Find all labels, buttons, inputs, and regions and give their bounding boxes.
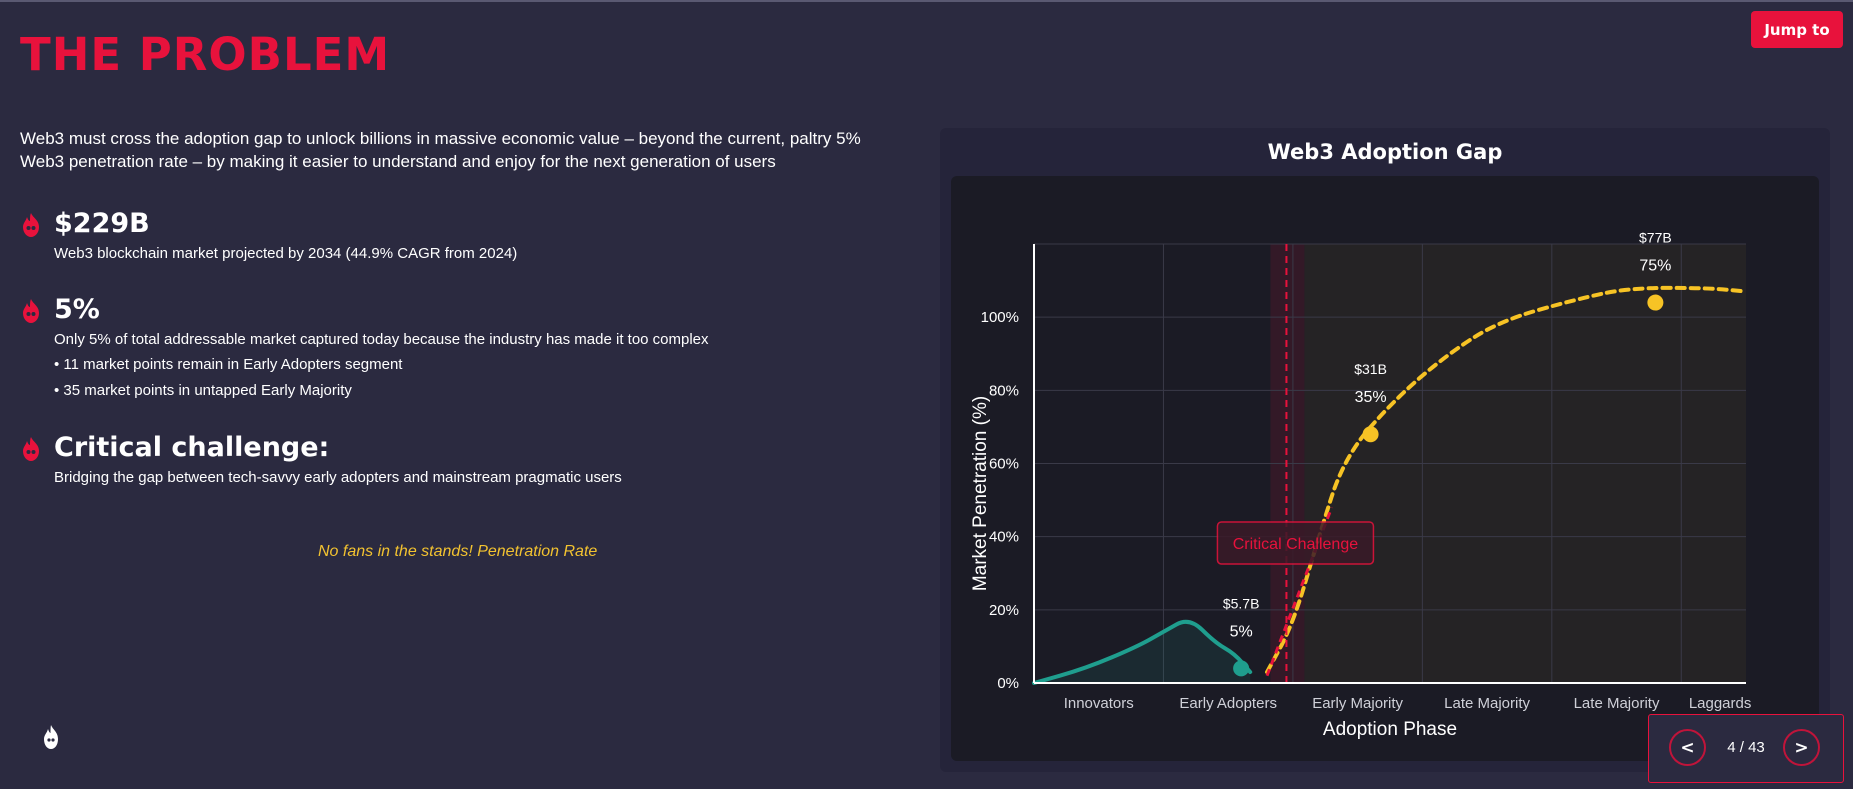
stat-headline: 5%: [54, 294, 100, 325]
stat-description: Only 5% of total addressable market capt…: [54, 331, 709, 348]
fire-icon: [23, 437, 39, 461]
intro-text: Web3 must cross the adoption gap to unlo…: [20, 129, 861, 171]
stat-bullet: • 35 market points in untapped Early Maj…: [54, 382, 352, 399]
fire-icon: [23, 299, 39, 323]
data-value-label: $77B: [1639, 230, 1672, 246]
stat-headline: Critical challenge:: [54, 432, 330, 463]
stat-description: Bridging the gap between tech-savvy earl…: [54, 469, 622, 486]
stat-description: Web3 blockchain market projected by 2034…: [54, 245, 518, 262]
page-title: THE PROBLEM: [20, 28, 391, 81]
x-tick-label: Laggards: [1689, 695, 1752, 712]
page-indicator: 4 / 43: [1727, 739, 1765, 756]
data-value-label: $31B: [1354, 361, 1387, 377]
y-tick-label: 0%: [997, 675, 1019, 692]
jump-to-button[interactable]: Jump to: [1751, 11, 1843, 48]
x-tick-label: Early Adopters: [1179, 695, 1277, 712]
next-slide-button[interactable]: >: [1783, 729, 1820, 766]
x-tick-label: Late Majority: [1444, 695, 1530, 712]
data-point: [1362, 426, 1379, 443]
y-tick-label: 20%: [989, 602, 1019, 619]
top-divider: [0, 0, 1853, 2]
fire-icon: [23, 213, 39, 237]
tagline: No fans in the stands! Penetration Rate: [318, 543, 598, 560]
previous-slide-button[interactable]: <: [1669, 729, 1706, 766]
x-tick-label: Late Majority: [1574, 695, 1660, 712]
y-tick-label: 80%: [989, 382, 1019, 399]
stat-bullet: • 11 market points remain in Early Adopt…: [54, 356, 403, 373]
data-point: [1647, 294, 1664, 311]
chart-panel: 0% 20% 40% 60% 80% 100% Innovators Early Adopte…: [951, 176, 1819, 761]
y-tick-label: 60%: [989, 456, 1019, 473]
chart-title: Web3 Adoption Gap: [1267, 140, 1503, 164]
flame-logo-icon: [44, 725, 58, 749]
x-axis-title: Adoption Phase: [1323, 719, 1457, 740]
data-value-label: $5.7B: [1223, 595, 1260, 611]
data-percent-label: 35%: [1355, 389, 1387, 406]
stat-headline: $229B: [54, 208, 150, 239]
data-percent-label: 5%: [1230, 623, 1253, 640]
data-percent-label: 75%: [1639, 258, 1671, 275]
x-tick-label: Innovators: [1064, 695, 1134, 712]
critical-challenge-label: Critical Challenge: [1233, 536, 1358, 553]
chart-card: Web3 Adoption Gap 0% 20% 40% 60% 80% 100% Inno…: [940, 128, 1830, 772]
x-tick-label: Early Majority: [1312, 695, 1403, 712]
y-tick-label: 40%: [989, 529, 1019, 546]
adoption-chart: 0% 20% 40% 60% 80% 100% Innovators Early Adopte…: [970, 230, 1752, 740]
y-axis-title: Market Penetration (%): [970, 396, 991, 591]
data-point: [1233, 660, 1250, 677]
y-tick-label: 100%: [981, 309, 1019, 326]
slide-navigation: < 4 / 43 >: [1648, 714, 1844, 783]
